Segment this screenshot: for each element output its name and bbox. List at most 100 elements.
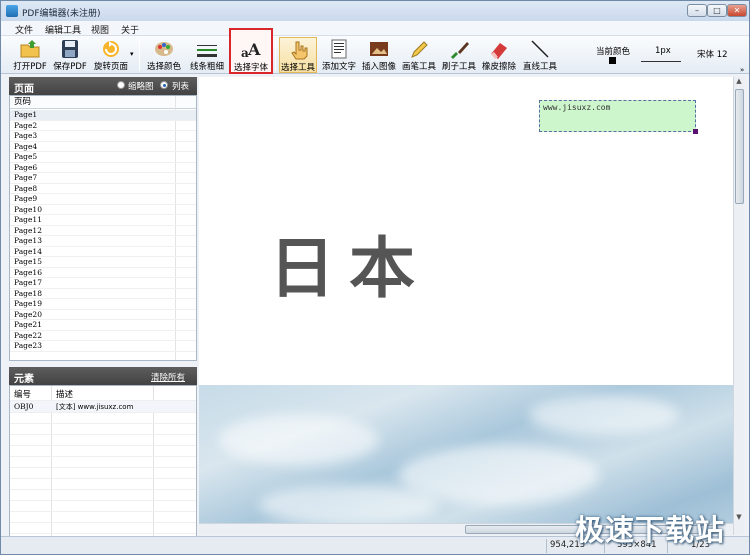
clear-all-link[interactable]: 清除所有: [151, 371, 185, 383]
save-pdf-button[interactable]: 保存PDF: [51, 37, 89, 73]
row-divider: [10, 489, 196, 490]
pencil-icon: [408, 39, 430, 59]
minimize-button[interactable]: –: [687, 4, 707, 17]
row-divider: [10, 511, 196, 512]
elements-header: 元素 清除所有: [9, 367, 197, 385]
menu-about[interactable]: 关于: [121, 23, 139, 36]
page-column-header: 页码: [10, 96, 196, 109]
app-window: PDF编辑器(未注册) – □ ✕ 文件 编辑工具 视图 关于 打开PDF 保存…: [0, 0, 750, 555]
page-list-item[interactable]: Page13: [10, 236, 196, 247]
element-desc: [文本] www.jisuxz.com: [56, 403, 134, 411]
page-list-item[interactable]: Page3: [10, 131, 196, 142]
page-list-item[interactable]: Page4: [10, 142, 196, 152]
page-list-item[interactable]: Page12: [10, 226, 196, 236]
line-tool-button[interactable]: 直线工具: [520, 37, 560, 73]
menu-bar: 文件 编辑工具 视图 关于: [1, 21, 749, 36]
row-divider: [10, 500, 196, 501]
current-color-label: 当前颜色: [596, 47, 631, 57]
element-list: 编号 描述 OBJ0 [文本] www.jisuxz.com: [9, 385, 197, 549]
scroll-up-icon[interactable]: ▲: [734, 77, 744, 85]
select-tool-button[interactable]: 选择工具: [279, 37, 317, 73]
page-list: 页码 Page1 Page2 Page3 Page4 Page5 Page6 Page7 Pa…: [9, 95, 197, 361]
page-list-item[interactable]: Page17: [10, 278, 196, 289]
choose-font-button[interactable]: aA 选择字体: [229, 28, 273, 74]
rotate-dropdown-icon[interactable]: ▾: [130, 50, 134, 58]
add-text-button[interactable]: 添加文字: [320, 37, 358, 73]
line-width-button[interactable]: 线条粗细: [187, 37, 227, 73]
rotate-icon: [100, 39, 122, 59]
save-disk-icon: [59, 39, 81, 59]
page-list-item[interactable]: Page20: [10, 310, 196, 320]
palette-icon: [153, 39, 175, 59]
thumbnail-view-radio[interactable]: [117, 81, 125, 89]
add-text-icon: [328, 39, 350, 59]
font-info[interactable]: 宋体 12: [697, 48, 728, 60]
row-divider: [10, 522, 196, 523]
svg-text:A: A: [247, 40, 261, 59]
page-list-item[interactable]: Page5: [10, 152, 196, 163]
line-size-value[interactable]: 1px: [655, 46, 671, 56]
toolbar-separator: [275, 39, 276, 71]
scroll-down-icon[interactable]: ▼: [734, 513, 744, 521]
row-divider: [10, 456, 196, 457]
open-folder-icon: [19, 39, 41, 59]
site-watermark-logo: 极速下载站: [575, 513, 726, 547]
watermark-text: www.jisuxz.com: [543, 103, 611, 112]
toolbar: 打开PDF 保存PDF 旋转页面 ▾ 选择颜色 线条粗细 a A 选择字体 选择…: [1, 28, 749, 74]
vertical-scrollbar[interactable]: ▲ ▼: [733, 77, 745, 535]
status-separator: [546, 539, 547, 553]
text-element-box[interactable]: www.jisuxz.com: [539, 100, 698, 134]
line-size-preview: [641, 61, 681, 62]
line-icon: [529, 39, 551, 59]
choose-color-button[interactable]: 选择颜色: [144, 37, 184, 73]
insert-image-button[interactable]: 插入图像: [360, 37, 398, 73]
page-list-item[interactable]: Page10: [10, 205, 196, 215]
row-divider: [10, 412, 196, 413]
page-list-item[interactable]: Page9: [10, 194, 196, 205]
brush-icon: [448, 39, 470, 59]
page-list-item[interactable]: Page11: [10, 215, 196, 226]
page-list-item[interactable]: Page6: [10, 163, 196, 173]
page-list-item[interactable]: Page1: [10, 110, 196, 121]
brush-tool-button[interactable]: 刷子工具: [440, 37, 478, 73]
eraser-icon: [488, 39, 510, 59]
page-list-item[interactable]: Page14: [10, 247, 196, 257]
list-view-radio[interactable]: [160, 81, 168, 89]
font-icon: aA: [240, 40, 262, 60]
pdf-page-canvas[interactable]: www.jisuxz.com 日本: [199, 77, 733, 535]
page-list-item[interactable]: Page15: [10, 257, 196, 268]
page-list-item[interactable]: Page19: [10, 299, 196, 310]
insert-image-icon: [368, 39, 390, 59]
page-list-item[interactable]: Page23: [10, 341, 196, 352]
pen-tool-button[interactable]: 画笔工具: [400, 37, 438, 73]
page-list-item[interactable]: Page21: [10, 320, 196, 331]
page-list-item[interactable]: Page16: [10, 268, 196, 278]
page-list-item[interactable]: Page7: [10, 173, 196, 184]
table-row[interactable]: OBJ0 [文本] www.jisuxz.com: [10, 401, 196, 412]
page-list-item[interactable]: Page22: [10, 331, 196, 341]
current-color-swatch[interactable]: [609, 57, 616, 64]
maximize-button[interactable]: □: [707, 4, 727, 17]
pages-header: 页面 缩略图 列表: [9, 77, 197, 95]
vertical-scroll-thumb[interactable]: [735, 89, 744, 204]
rotate-page-button[interactable]: 旋转页面: [91, 37, 131, 73]
title-bar: PDF编辑器(未注册) – □ ✕: [1, 1, 749, 21]
left-panel: 页面 缩略图 列表 页码 Page1 Page2 Page3 Page4 Page5 Pa…: [9, 77, 197, 549]
page-list-item[interactable]: Page8: [10, 184, 196, 194]
open-pdf-button[interactable]: 打开PDF: [11, 37, 49, 73]
menu-edit-tools[interactable]: 编辑工具: [45, 23, 81, 36]
row-divider: [10, 533, 196, 534]
toolbar-separator: [139, 39, 140, 71]
toolbar-overflow-icon[interactable]: »: [740, 66, 744, 74]
menu-view[interactable]: 视图: [91, 23, 109, 36]
menu-file[interactable]: 文件: [15, 23, 33, 36]
page-list-item[interactable]: Page2: [10, 121, 196, 131]
page-list-item[interactable]: Page18: [10, 289, 196, 299]
close-button[interactable]: ✕: [727, 4, 747, 17]
resize-handle[interactable]: [693, 129, 698, 134]
window-title: PDF编辑器(未注册): [22, 9, 101, 19]
element-id: OBJ0: [14, 402, 34, 411]
page-heading-text: 日本: [269, 229, 429, 307]
eraser-button[interactable]: 橡皮擦除: [480, 37, 518, 73]
row-divider: [10, 423, 196, 424]
